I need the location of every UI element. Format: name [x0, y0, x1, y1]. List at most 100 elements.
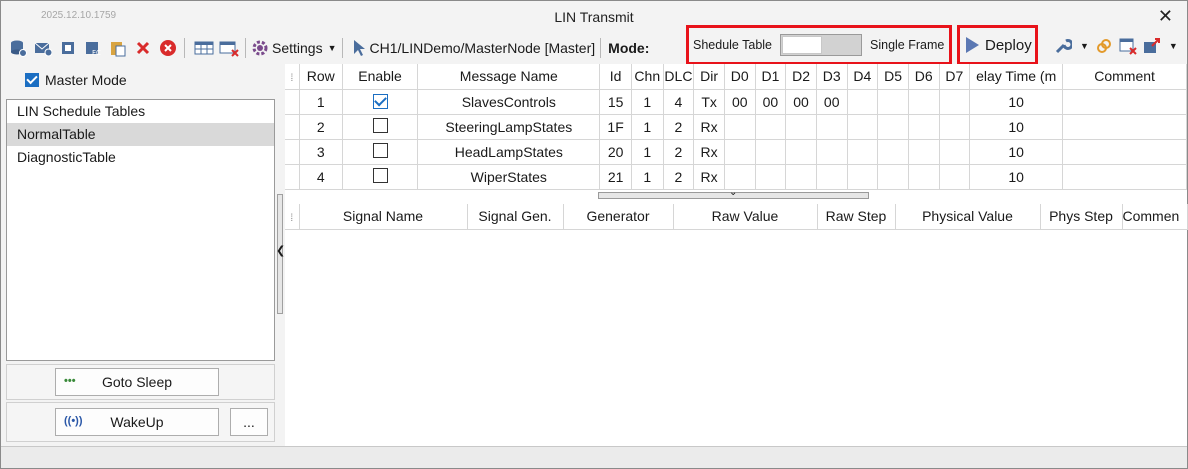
cell-d5[interactable]: [877, 114, 909, 140]
cell-d6[interactable]: [908, 139, 940, 165]
cell-name[interactable]: SlavesControls: [417, 89, 601, 115]
cell-d4[interactable]: [847, 114, 879, 140]
cell-delay[interactable]: 10: [969, 139, 1064, 165]
column-header[interactable]: Row: [299, 64, 343, 90]
column-header[interactable]: D7: [939, 64, 971, 90]
cell-d1[interactable]: [755, 164, 787, 190]
cell-d0[interactable]: [724, 164, 756, 190]
cell-row[interactable]: 1: [299, 89, 343, 115]
cell-dir[interactable]: Rx: [693, 114, 725, 140]
cell-chn[interactable]: 1: [631, 89, 664, 115]
cell-row[interactable]: 4: [299, 164, 343, 190]
table-row[interactable]: 2 SteeringLampStates 1F 1 2 Rx 10: [285, 114, 1187, 140]
checkbox-unchecked-icon[interactable]: [372, 117, 388, 133]
toggle-knob[interactable]: [782, 36, 823, 54]
cell-dir[interactable]: Tx: [693, 89, 725, 115]
column-header[interactable]: Message Name: [417, 64, 601, 90]
cell-d3[interactable]: [816, 139, 848, 165]
settings-menu-button[interactable]: Settings ▼: [251, 39, 337, 57]
mode-option-single-frame[interactable]: Single Frame: [870, 38, 944, 52]
cell-name[interactable]: SteeringLampStates: [417, 114, 601, 140]
header-grip-icon[interactable]: ⁞: [285, 204, 300, 230]
cell-dlc[interactable]: 4: [663, 89, 695, 115]
column-header[interactable]: D2: [785, 64, 817, 90]
column-header[interactable]: Signal Gen.: [467, 204, 564, 230]
cell-id[interactable]: 15: [599, 89, 632, 115]
chevron-down-icon[interactable]: ⌄: [729, 187, 737, 198]
column-header[interactable]: Dir: [693, 64, 725, 90]
cell-d0[interactable]: [724, 139, 756, 165]
column-header[interactable]: Id: [599, 64, 632, 90]
table-splitter[interactable]: ⌄: [598, 187, 869, 199]
column-header[interactable]: D4: [847, 64, 879, 90]
cancel-circle-icon[interactable]: [157, 37, 179, 59]
cell-id[interactable]: 21: [599, 164, 632, 190]
cell-dlc[interactable]: 2: [663, 139, 695, 165]
cell-delay[interactable]: 10: [969, 89, 1064, 115]
chevron-down-icon[interactable]: ▼: [1169, 41, 1178, 51]
link-icon[interactable]: [1095, 37, 1113, 55]
column-header[interactable]: Signal Name: [299, 204, 468, 230]
header-grip-icon[interactable]: ⁞: [285, 64, 300, 90]
tree-item-root[interactable]: LIN Schedule Tables: [7, 100, 274, 123]
more-button[interactable]: ...: [230, 408, 268, 436]
chevron-down-icon[interactable]: ▼: [1080, 41, 1089, 51]
cell-dir[interactable]: Rx: [693, 164, 725, 190]
column-header[interactable]: Phys Step: [1040, 204, 1123, 230]
table-icon[interactable]: [193, 37, 215, 59]
cell-chn[interactable]: 1: [631, 114, 664, 140]
cell-enable[interactable]: [342, 89, 419, 115]
column-header[interactable]: D5: [877, 64, 909, 90]
cell-d0[interactable]: [724, 114, 756, 140]
cell-d2[interactable]: [785, 164, 817, 190]
export-icon[interactable]: [1143, 37, 1161, 55]
cell-d7[interactable]: [939, 164, 971, 190]
column-header[interactable]: Comment: [1062, 64, 1187, 90]
column-header[interactable]: D1: [755, 64, 787, 90]
cell-enable[interactable]: [342, 139, 419, 165]
cell-comment[interactable]: [1062, 89, 1187, 115]
mail-add-icon[interactable]: [32, 37, 54, 59]
cell-d1[interactable]: 00: [755, 89, 787, 115]
close-button[interactable]: ✕: [1158, 6, 1173, 27]
cell-d1[interactable]: [755, 114, 787, 140]
delete-icon[interactable]: [132, 37, 154, 59]
window-close-icon[interactable]: [1119, 37, 1137, 55]
cell-delay[interactable]: 10: [969, 114, 1064, 140]
column-header[interactable]: Raw Value: [673, 204, 818, 230]
cell-id[interactable]: 1F: [599, 114, 632, 140]
frame-config-icon[interactable]: FC: [82, 37, 104, 59]
column-header[interactable]: Enable: [342, 64, 419, 90]
cell-row[interactable]: 3: [299, 139, 343, 165]
deploy-button[interactable]: Deploy: [957, 25, 1038, 65]
panel-splitter[interactable]: ❮: [275, 64, 285, 446]
checkbox-unchecked-icon[interactable]: [372, 142, 388, 158]
cell-dir[interactable]: Rx: [693, 139, 725, 165]
tree-item-diagnostictable[interactable]: DiagnosticTable: [7, 146, 274, 169]
cell-enable[interactable]: [342, 164, 419, 190]
mode-toggle[interactable]: [780, 34, 863, 56]
cell-d7[interactable]: [939, 114, 971, 140]
checkbox-checked-icon[interactable]: [372, 93, 388, 109]
cell-name[interactable]: WiperStates: [417, 164, 601, 190]
cell-delay[interactable]: 10: [969, 164, 1064, 190]
cell-d5[interactable]: [877, 139, 909, 165]
cell-d5[interactable]: [877, 164, 909, 190]
paste-icon[interactable]: [107, 37, 129, 59]
table-delete-icon[interactable]: [218, 37, 240, 59]
table-row[interactable]: 3 HeadLampStates 20 1 2 Rx 10: [285, 139, 1187, 165]
cell-d6[interactable]: [908, 164, 940, 190]
cell-d3[interactable]: [816, 114, 848, 140]
cell-dlc[interactable]: 2: [663, 164, 695, 190]
cell-d2[interactable]: [785, 114, 817, 140]
cell-d5[interactable]: [877, 89, 909, 115]
column-header[interactable]: Physical Value: [895, 204, 1041, 230]
cell-d4[interactable]: [847, 89, 879, 115]
cell-d2[interactable]: [785, 139, 817, 165]
cell-id[interactable]: 20: [599, 139, 632, 165]
column-header[interactable]: Chn: [631, 64, 664, 90]
chevron-left-icon[interactable]: ❮: [276, 244, 285, 257]
table-row[interactable]: 4 WiperStates 21 1 2 Rx 10: [285, 164, 1187, 190]
cell-d7[interactable]: [939, 139, 971, 165]
column-header[interactable]: D3: [816, 64, 848, 90]
